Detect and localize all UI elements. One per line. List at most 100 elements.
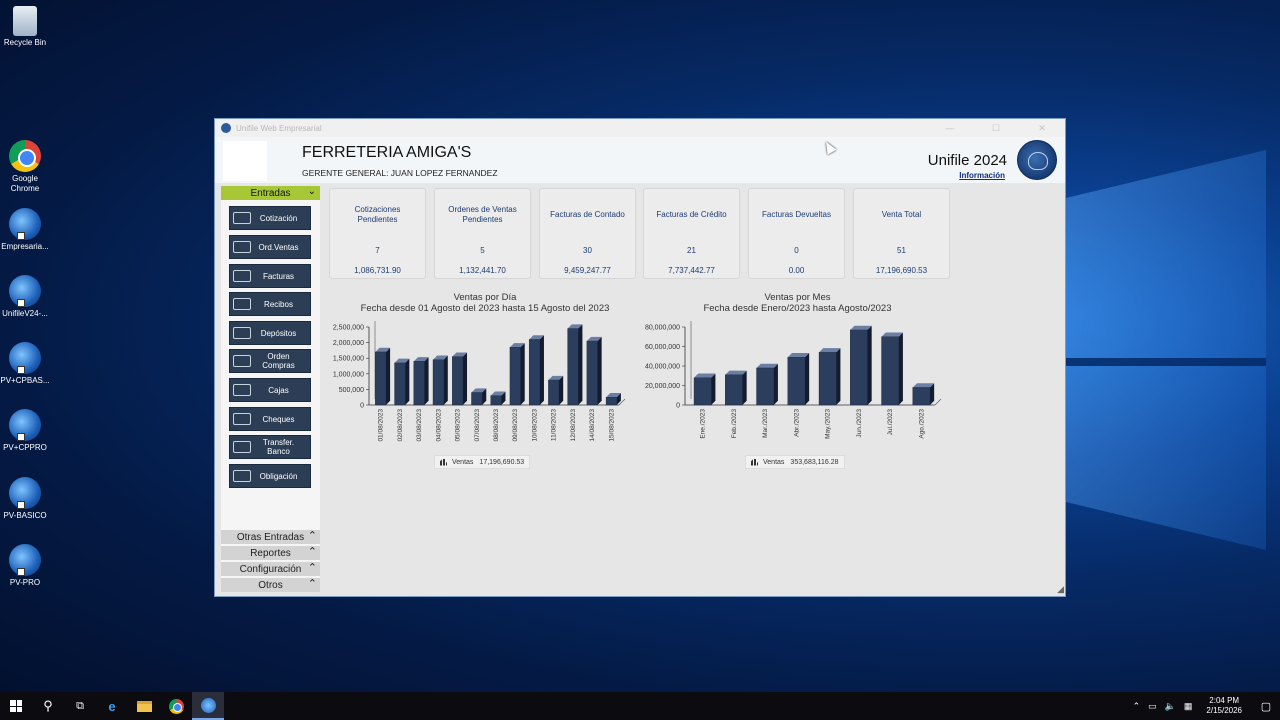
app-header: FERRETERIA AMIGA'S GERENTE GENERAL: JUAN…	[215, 137, 1065, 183]
minimize-button[interactable]: —	[927, 123, 973, 134]
chart-legend-monthly[interactable]: Ventas 353,683,116.28	[745, 455, 845, 469]
chart-subtitle: Fecha desde Enero/2023 hasta Agosto/2023	[703, 303, 892, 314]
kpi-facturas-contado[interactable]: Facturas de Contado 30 9,459,247.77	[539, 188, 636, 279]
sidebar-section-reportes[interactable]: Reportes ⌃	[221, 546, 320, 560]
x-tick-label: Ene./2023	[700, 409, 707, 439]
y-tick-label: 500,000	[339, 387, 364, 394]
bar-side	[405, 358, 410, 405]
taskbar-chrome[interactable]	[160, 692, 192, 720]
kpi-facturas-devueltas[interactable]: Facturas Devueltas 0 0.00	[748, 188, 845, 279]
x-tick-label: 14/08/2023	[589, 409, 596, 442]
network-icon[interactable]: ▭	[1144, 701, 1161, 712]
taskbar-unifile[interactable]	[192, 692, 224, 720]
bar-side	[443, 355, 448, 405]
sidebar-item-recibos[interactable]: Recibos	[229, 292, 311, 316]
kpi-amount: 7,737,442.77	[668, 266, 715, 275]
chart-title: Ventas por Día	[453, 292, 517, 303]
sidebar-item-transfer-banco[interactable]: Transfer. Banco	[229, 435, 311, 459]
floor-edge-line	[934, 398, 942, 406]
x-tick-label: May./2023	[825, 409, 832, 439]
desktop-icon-recycle-bin[interactable]: Recycle Bin	[0, 6, 50, 48]
chevron-up-icon: ⌃	[307, 546, 317, 558]
y-tick-label: 2,500,000	[333, 325, 364, 332]
chrome-icon	[168, 698, 184, 714]
section-label: Configuración	[239, 563, 302, 575]
info-link[interactable]: Información	[959, 171, 1005, 180]
bar	[881, 336, 899, 406]
kpi-amount: 17,196,690.53	[875, 266, 928, 275]
taskbar-file-explorer[interactable]	[128, 692, 160, 720]
section-label: Otras Entradas	[236, 531, 305, 543]
desktop-icon-label: Google Chrome	[10, 174, 40, 193]
keyboard-icon[interactable]: ▦	[1180, 701, 1197, 712]
monitor-icon	[233, 384, 251, 396]
bar	[693, 377, 712, 406]
chart-legend-daily[interactable]: Ventas 17,196,690.53	[434, 455, 531, 469]
sidebar-item-cotizacion[interactable]: Cotización	[229, 206, 311, 230]
desktop-icon-pv-cpbas[interactable]: PV+CPBAS...	[0, 342, 50, 386]
sidebar-item-cajas[interactable]: Cajas	[229, 378, 311, 402]
kpi-cotizaciones-pendientes[interactable]: Cotizaciones Pendientes 7 1,086,731.90	[329, 188, 426, 279]
bar-side	[742, 370, 747, 405]
desktop-icon-unifilev24[interactable]: UnifileV24-...	[0, 275, 50, 319]
notification-icon[interactable]: ▢	[1252, 700, 1280, 713]
volume-icon[interactable]: 🔈	[1161, 701, 1180, 712]
sidebar-section-otros[interactable]: Otros ⌃	[221, 578, 320, 592]
bar	[567, 328, 579, 406]
bar	[818, 352, 837, 406]
kpi-facturas-credito[interactable]: Facturas de Crédito 21 7,737,442.77	[643, 188, 740, 279]
desktop-icon-pv-pro[interactable]: PV-PRO	[0, 544, 50, 588]
bar	[756, 367, 774, 406]
desktop-icon-chrome[interactable]: Google Chrome	[0, 140, 50, 194]
maximize-button[interactable]: ☐	[973, 123, 1019, 134]
monitor-icon	[233, 327, 251, 339]
x-tick-label: 12/08/2023	[570, 409, 577, 442]
legend-series-total: 17,196,690.53	[479, 458, 525, 466]
x-tick-label: 02/08/2023	[397, 409, 404, 442]
desktop-icon-empresarial[interactable]: Empresaria...	[0, 208, 50, 252]
bar-side	[424, 357, 429, 405]
window-titlebar[interactable]: Unifile Web Empresarial — ☐ ✕	[215, 119, 1065, 137]
x-tick-label: Feb./2023	[731, 409, 738, 439]
app-logo-icon	[221, 123, 231, 133]
kpi-amount: 0.00	[788, 266, 805, 275]
desktop-icon-pv-cppro[interactable]: PV+CPPRO	[0, 409, 50, 453]
sidebar-item-facturas[interactable]: Facturas	[229, 264, 311, 288]
desktop-icon-label: UnifileV24-...	[2, 309, 48, 318]
legend-series-name: Ventas	[763, 458, 785, 466]
sidebar-section-configuracion[interactable]: Configuración ⌃	[221, 562, 320, 576]
legend-series-total: 353,683,116.28	[790, 458, 839, 466]
monitor-icon	[233, 413, 251, 425]
taskbar-clock[interactable]: 2:04 PM 2/15/2026	[1196, 696, 1252, 716]
sidebar-item-ord-ventas[interactable]: Ord.Ventas	[229, 235, 311, 259]
kpi-venta-total[interactable]: Venta Total 51 17,196,690.53	[853, 188, 950, 279]
bar-side	[385, 347, 391, 405]
taskbar-edge[interactable]: e	[96, 692, 128, 720]
start-button[interactable]	[0, 692, 32, 720]
close-button[interactable]: ✕	[1019, 123, 1065, 134]
desktop-icon-pv-basico[interactable]: PV-BASICO	[0, 477, 50, 521]
bar	[725, 374, 743, 406]
y-tick-label: 0	[676, 403, 680, 410]
bar-chart-icon	[440, 458, 447, 466]
search-button[interactable]: ⚲	[32, 692, 64, 720]
sidebar-item-cheques[interactable]: Cheques	[229, 407, 311, 431]
y-tick-label: 1,000,000	[333, 371, 364, 378]
unifile-app-icon	[9, 544, 41, 576]
legend-series-name: Ventas	[452, 458, 474, 466]
bar	[548, 379, 560, 406]
sidebar-item-orden-compras[interactable]: Orden Compras	[229, 349, 311, 373]
monitor-icon	[233, 470, 251, 482]
chevron-up-icon[interactable]: ⌃	[1129, 701, 1145, 712]
resize-grip-icon[interactable]: ◢	[1057, 584, 1064, 595]
task-view-button[interactable]: ⧉	[64, 692, 96, 720]
y-tick-label: 80,000,000	[645, 325, 680, 332]
kpi-ordenes-ventas-pendientes[interactable]: Ordenes de Ventas Pendientes 5 1,132,441…	[434, 188, 531, 279]
unifile-app-icon	[9, 409, 41, 441]
x-tick-label: 15/08/2023	[608, 409, 615, 442]
sidebar-item-obligacion[interactable]: Obligación	[229, 464, 311, 488]
sidebar-item-depositos[interactable]: Depósitos	[229, 321, 311, 345]
search-icon: ⚲	[43, 698, 53, 713]
sidebar-section-otras-entradas[interactable]: Otras Entradas ⌃	[221, 530, 320, 544]
sidebar-section-entradas[interactable]: Entradas ⌄	[221, 186, 320, 200]
